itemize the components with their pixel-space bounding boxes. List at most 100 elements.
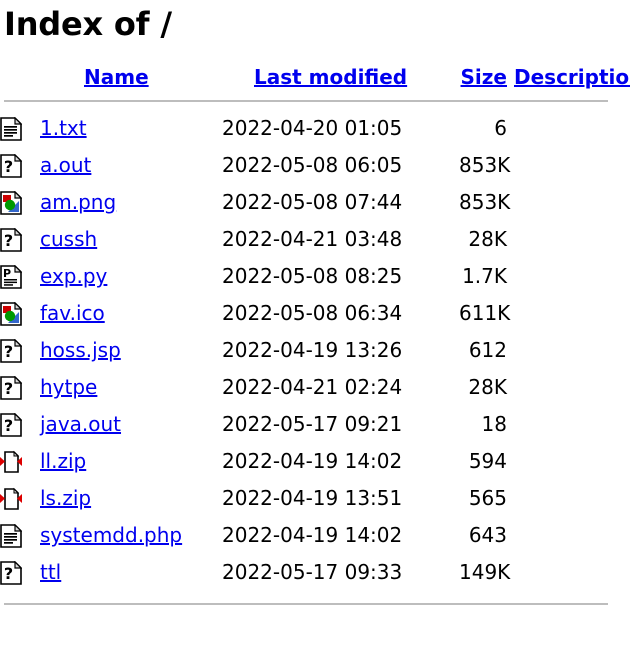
file-link[interactable]: fav.ico: [40, 301, 105, 325]
file-size-cell: 612: [468, 338, 507, 363]
column-header-icon: [0, 65, 40, 93]
file-size-cell: 565: [468, 486, 507, 511]
horizontal-rule-top: [4, 99, 608, 102]
sort-by-size-link[interactable]: Size: [461, 65, 507, 89]
table-row: 1.txt 2022-04-20 01:05 6: [0, 110, 614, 147]
file-link[interactable]: java.out: [40, 412, 121, 436]
column-header-last-modified: Last modified: [222, 65, 459, 93]
last-modified-cell: 2022-04-20 01:05: [222, 116, 403, 141]
svg-text:?: ?: [4, 157, 13, 176]
svg-text:P: P: [3, 267, 11, 280]
footer-divider-row: [0, 591, 614, 613]
description-cell: [507, 147, 614, 184]
description-cell: [507, 295, 614, 332]
sort-by-last-modified-link[interactable]: Last modified: [254, 65, 407, 89]
file-link[interactable]: 1.txt: [40, 116, 87, 140]
file-link[interactable]: hoss.jsp: [40, 338, 121, 362]
file-link[interactable]: systemdd.php: [40, 523, 182, 547]
file-name-cell: am.png: [40, 184, 222, 221]
table-header: Name Last modified Size Description: [0, 65, 630, 110]
last-modified-cell: 2022-04-19 14:02: [222, 523, 403, 548]
file-link[interactable]: ll.zip: [40, 449, 86, 473]
description-cell: [507, 221, 614, 258]
table-row: ? ttl 2022-05-17 09:33 149K: [0, 554, 614, 591]
last-modified-cell: 2022-05-17 09:33: [222, 560, 403, 585]
file-icon-cell: ?: [0, 221, 40, 258]
file-name-cell: 1.txt: [40, 110, 222, 147]
file-icon-cell: ?: [0, 147, 40, 184]
column-header-size: Size: [459, 65, 507, 93]
file-size-cell: 149K: [459, 560, 511, 585]
unknown-file-icon: ?: [0, 413, 22, 437]
column-header-name: Name: [40, 65, 222, 93]
unknown-file-icon: ?: [0, 561, 22, 585]
unknown-file-icon: ?: [0, 376, 22, 400]
file-size-cell: 18: [481, 412, 507, 437]
description-cell: [507, 517, 614, 554]
horizontal-rule-bottom: [4, 602, 608, 605]
table-body: 1.txt 2022-04-20 01:05 6? a.out 2022-05-08 0…: [0, 110, 614, 591]
last-modified-cell: 2022-04-19 13:26: [222, 338, 403, 363]
file-name-cell: ls.zip: [40, 480, 222, 517]
table-row: ls.zip 2022-04-19 13:51 565: [0, 480, 614, 517]
file-size-cell: 28K: [468, 227, 507, 252]
file-link[interactable]: cussh: [40, 227, 97, 251]
text-file-icon: [0, 524, 22, 548]
file-link[interactable]: a.out: [40, 153, 91, 177]
last-modified-cell: 2022-04-19 14:02: [222, 449, 403, 474]
file-icon-cell: [0, 480, 40, 517]
svg-text:?: ?: [4, 379, 13, 398]
file-link[interactable]: hytpe: [40, 375, 97, 399]
page-title: Index of /: [4, 5, 172, 43]
unknown-file-icon: ?: [0, 228, 22, 252]
svg-text:?: ?: [4, 416, 13, 435]
file-size-cell: 6: [494, 116, 507, 141]
image-file-icon: [0, 191, 22, 215]
table-row: am.png 2022-05-08 07:44 853K: [0, 184, 614, 221]
svg-text:?: ?: [4, 564, 13, 583]
file-name-cell: ll.zip: [40, 443, 222, 480]
table-footer: [0, 591, 614, 613]
last-modified-cell: 2022-05-08 06:05: [222, 153, 403, 178]
svg-text:?: ?: [4, 231, 13, 250]
header-divider-row: [0, 93, 614, 110]
file-size-cell: 643: [468, 523, 507, 548]
file-link[interactable]: ls.zip: [40, 486, 91, 510]
last-modified-cell: 2022-05-08 08:25: [222, 264, 403, 289]
last-modified-cell: 2022-04-19 13:51: [222, 486, 403, 511]
unknown-file-icon: ?: [0, 339, 22, 363]
table-row: ? java.out 2022-05-17 09:21 18: [0, 406, 614, 443]
sort-by-description-link[interactable]: Description: [514, 65, 630, 89]
file-name-cell: hytpe: [40, 369, 222, 406]
table-row: ? hoss.jsp 2022-04-19 13:26 612: [0, 332, 614, 369]
file-icon-cell: ?: [0, 554, 40, 591]
last-modified-cell: 2022-05-08 07:44: [222, 190, 403, 215]
directory-listing-table: Name Last modified Size Description 1.tx…: [0, 65, 630, 613]
table-row: fav.ico 2022-05-08 06:34 611K: [0, 295, 614, 332]
file-name-cell: exp.py: [40, 258, 222, 295]
file-icon-cell: ?: [0, 332, 40, 369]
description-cell: [507, 332, 614, 369]
file-icon-cell: P: [0, 258, 40, 295]
file-icon-cell: [0, 517, 40, 554]
file-link[interactable]: exp.py: [40, 264, 107, 288]
file-size-cell: 853K: [459, 153, 511, 178]
table-row: systemdd.php 2022-04-19 14:02 643: [0, 517, 614, 554]
file-size-cell: 28K: [468, 375, 507, 400]
file-name-cell: cussh: [40, 221, 222, 258]
description-cell: [507, 443, 614, 480]
header-divider-cell: [0, 93, 614, 110]
file-icon-cell: ?: [0, 369, 40, 406]
sort-by-name-link[interactable]: Name: [84, 65, 149, 89]
file-name-cell: hoss.jsp: [40, 332, 222, 369]
file-icon-cell: ?: [0, 406, 40, 443]
compressed-file-icon: [0, 487, 22, 511]
table-row: ? cussh 2022-04-21 03:48 28K: [0, 221, 614, 258]
description-cell: [507, 258, 614, 295]
file-link[interactable]: am.png: [40, 190, 116, 214]
footer-divider-cell: [0, 591, 614, 613]
file-icon-cell: [0, 184, 40, 221]
description-cell: [507, 406, 614, 443]
file-link[interactable]: ttl: [40, 560, 61, 584]
text-file-icon: [0, 117, 22, 141]
